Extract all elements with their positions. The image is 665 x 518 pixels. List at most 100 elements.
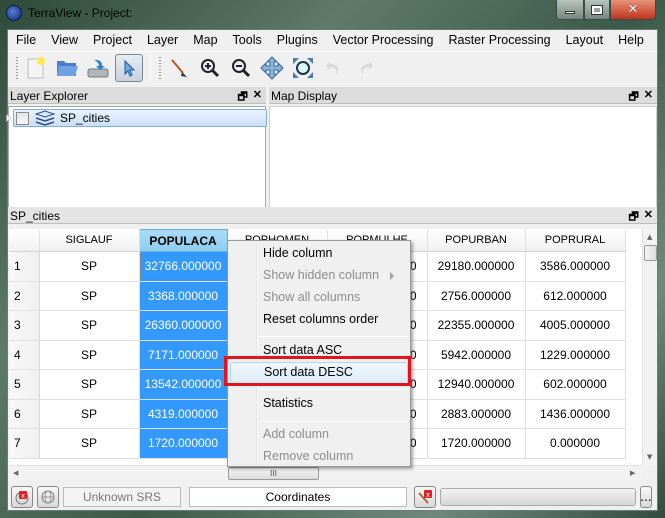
zoom-in-button[interactable] bbox=[196, 54, 224, 82]
title-bar[interactable]: TerraView - Project: ✕ bbox=[0, 0, 665, 28]
menu-item-sort-asc[interactable]: Sort data ASC bbox=[230, 340, 408, 362]
cell-populaca[interactable]: 4319.000000 bbox=[139, 399, 228, 429]
cell-popurban[interactable]: 12940.000000 bbox=[427, 369, 526, 400]
menu-file[interactable]: File bbox=[8, 30, 43, 50]
vertical-scroll-thumb[interactable] bbox=[644, 245, 657, 261]
column-header-popurban[interactable]: POPURBAN bbox=[427, 229, 526, 252]
row-header[interactable]: 5 bbox=[9, 369, 40, 400]
cell-populaca[interactable]: 3368.000000 bbox=[139, 281, 228, 311]
column-header-poprural[interactable]: POPRURAL bbox=[525, 229, 626, 252]
map-display-titlebar[interactable]: Map Display 🗗 ✕ bbox=[269, 87, 657, 104]
cell-poprural[interactable]: 602.000000 bbox=[525, 369, 626, 400]
menu-tools[interactable]: Tools bbox=[225, 30, 269, 50]
cell-popurban[interactable]: 22355.000000 bbox=[427, 310, 526, 341]
cell-popurban[interactable]: 1720.000000 bbox=[427, 428, 526, 459]
cell-poprural[interactable]: 1436.000000 bbox=[525, 399, 626, 429]
menu-item-add-column[interactable]: Add column bbox=[230, 424, 408, 446]
horizontal-scroll-thumb[interactable]: III bbox=[228, 467, 319, 480]
menu-raster-processing[interactable]: Raster Processing bbox=[440, 30, 557, 50]
menu-item-hide-column[interactable]: Hide column bbox=[230, 243, 408, 265]
scroll-right-arrow-icon[interactable]: ▶ bbox=[630, 469, 635, 477]
row-header[interactable]: 2 bbox=[9, 281, 40, 311]
cell-populaca[interactable]: 13542.000000 bbox=[139, 369, 228, 400]
cell-siglauf[interactable]: SP bbox=[39, 399, 140, 429]
toolbar-grip[interactable] bbox=[15, 55, 19, 80]
more-button[interactable]: ... bbox=[640, 485, 652, 508]
menu-help[interactable]: Help bbox=[610, 30, 651, 50]
cell-poprural[interactable]: 0.000000 bbox=[525, 428, 626, 459]
zoom-extent-button[interactable] bbox=[289, 54, 317, 82]
scroll-left-arrow-icon[interactable]: ◀ bbox=[13, 469, 18, 477]
row-header[interactable]: 4 bbox=[9, 340, 40, 370]
layer-visibility-checkbox[interactable] bbox=[16, 111, 29, 125]
menu-item-statistics[interactable]: Statistics bbox=[230, 393, 408, 415]
menu-project[interactable]: Project bbox=[85, 30, 139, 50]
cell-siglauf[interactable]: SP bbox=[39, 369, 140, 400]
cell-siglauf[interactable]: SP bbox=[39, 340, 140, 370]
cell-populaca[interactable]: 32766.000000 bbox=[139, 251, 228, 282]
select-tool-button[interactable] bbox=[115, 53, 143, 82]
table-panel-titlebar[interactable]: SP_cities 🗗 ✕ bbox=[8, 207, 657, 224]
cell-siglauf[interactable]: SP bbox=[39, 251, 140, 282]
float-panel-icon[interactable]: 🗗 bbox=[237, 88, 247, 107]
expand-arrow-icon[interactable] bbox=[6, 114, 11, 122]
menu-item-sort-desc[interactable]: Sort data DESC bbox=[230, 362, 408, 384]
cell-siglauf[interactable]: SP bbox=[39, 428, 140, 459]
toolbar-grip[interactable] bbox=[158, 55, 162, 80]
float-panel-icon[interactable]: 🗗 bbox=[628, 208, 638, 227]
stop-drawing-button[interactable]: x bbox=[11, 485, 33, 508]
draw-tool-button[interactable] bbox=[165, 54, 193, 82]
vertical-scrollbar[interactable]: ▲ ▼ bbox=[642, 229, 657, 465]
menu-item-show-hidden-column[interactable]: Show hidden column bbox=[230, 265, 408, 287]
undo-button[interactable] bbox=[320, 54, 348, 82]
maximize-button[interactable] bbox=[584, 0, 610, 20]
menu-item-show-all-columns[interactable]: Show all columns bbox=[230, 287, 408, 309]
srs-button[interactable] bbox=[37, 485, 59, 508]
close-panel-icon[interactable]: ✕ bbox=[253, 88, 262, 107]
row-header[interactable]: 1 bbox=[9, 251, 40, 282]
menu-view[interactable]: View bbox=[43, 30, 85, 50]
float-panel-icon[interactable]: 🗗 bbox=[628, 88, 638, 107]
cell-poprural[interactable]: 3586.000000 bbox=[525, 251, 626, 282]
pan-button[interactable] bbox=[258, 54, 286, 82]
row-header[interactable]: 6 bbox=[9, 399, 40, 429]
save-project-button[interactable] bbox=[84, 54, 112, 82]
cell-poprural[interactable]: 1229.000000 bbox=[525, 340, 626, 370]
layer-item-sp-cities[interactable]: SP_cities bbox=[6, 109, 267, 127]
cell-populaca[interactable]: 7171.000000 bbox=[139, 340, 228, 370]
cell-popurban[interactable]: 2883.000000 bbox=[427, 399, 526, 429]
cell-popurban[interactable]: 29180.000000 bbox=[427, 251, 526, 282]
column-header-siglauf[interactable]: SIGLAUF bbox=[39, 229, 140, 252]
cell-poprural[interactable]: 612.000000 bbox=[525, 281, 626, 311]
open-project-button[interactable] bbox=[53, 54, 81, 82]
close-panel-icon[interactable]: ✕ bbox=[644, 208, 653, 227]
menu-item-reset-columns-order[interactable]: Reset columns order bbox=[230, 309, 408, 331]
cell-populaca[interactable]: 26360.000000 bbox=[139, 310, 228, 341]
menu-layout[interactable]: Layout bbox=[558, 30, 611, 50]
close-panel-icon[interactable]: ✕ bbox=[644, 88, 653, 107]
cell-poprural[interactable]: 4005.000000 bbox=[525, 310, 626, 341]
zoom-out-button[interactable] bbox=[227, 54, 255, 82]
menu-item-remove-column[interactable]: Remove column bbox=[230, 446, 408, 468]
close-button[interactable]: ✕ bbox=[610, 0, 656, 20]
column-header-populaca[interactable]: POPULACA bbox=[138, 229, 228, 252]
menu-map[interactable]: Map bbox=[185, 30, 224, 50]
row-header[interactable]: 7 bbox=[9, 428, 40, 459]
cell-popurban[interactable]: 2756.000000 bbox=[427, 281, 526, 311]
cell-siglauf[interactable]: SP bbox=[39, 281, 140, 311]
redo-button[interactable] bbox=[351, 54, 379, 82]
map-canvas[interactable] bbox=[269, 106, 657, 213]
menu-vector-processing[interactable]: Vector Processing bbox=[325, 30, 441, 50]
srs-field[interactable]: Unknown SRS bbox=[63, 486, 181, 507]
stop-tool-button[interactable]: x bbox=[414, 485, 436, 508]
cell-siglauf[interactable]: SP bbox=[39, 310, 140, 341]
cell-populaca[interactable]: 1720.000000 bbox=[139, 428, 228, 459]
new-project-button[interactable] bbox=[22, 54, 50, 82]
menu-layer[interactable]: Layer bbox=[139, 30, 185, 50]
layer-explorer-titlebar[interactable]: Layer Explorer 🗗 ✕ bbox=[8, 87, 266, 104]
scroll-up-arrow-icon[interactable]: ▲ bbox=[647, 233, 652, 241]
menu-plugins[interactable]: Plugins bbox=[269, 30, 325, 50]
minimize-button[interactable] bbox=[556, 0, 584, 20]
cell-popurban[interactable]: 5942.000000 bbox=[427, 340, 526, 370]
row-header[interactable]: 3 bbox=[9, 310, 40, 341]
